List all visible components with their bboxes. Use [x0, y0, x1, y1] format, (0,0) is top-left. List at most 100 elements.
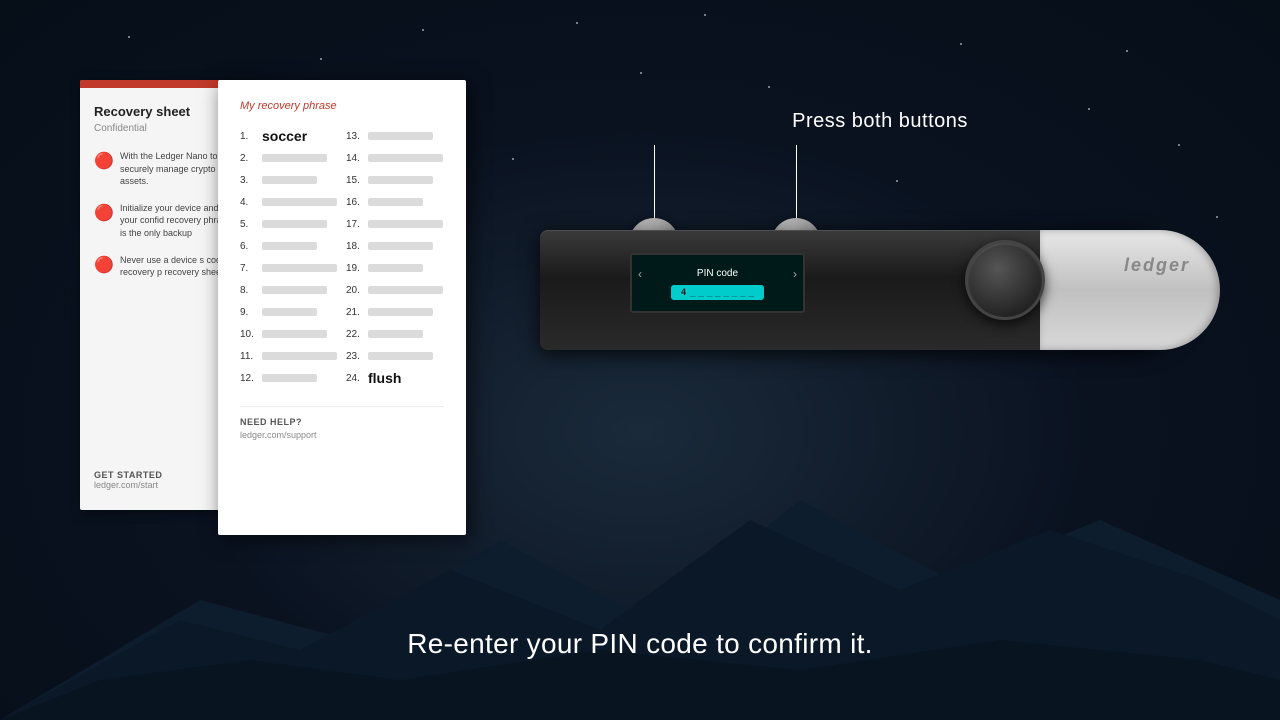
- phrase-col-right: 13. 14. 15. 16. 17. 18.: [346, 128, 444, 392]
- phrase-blur-8: [262, 286, 327, 294]
- phrase-row-9: 9.: [240, 304, 338, 320]
- phrase-row-13: 13.: [346, 128, 444, 144]
- ledger-silver-cap: [1040, 230, 1220, 350]
- phrase-blur-6: [262, 242, 317, 250]
- phrase-num-11: 11.: [240, 351, 262, 362]
- screen-pin-char: 4: [681, 287, 686, 297]
- phrase-num-12: 12.: [240, 373, 262, 384]
- phrase-num-23: 23.: [346, 351, 368, 362]
- phrase-num-5: 5.: [240, 219, 262, 230]
- screen-nav: ‹ PIN code ›: [632, 267, 803, 281]
- phrase-blur-18: [368, 242, 433, 250]
- phrase-row-3: 3.: [240, 172, 338, 188]
- lock-icon: 🔴: [94, 255, 112, 273]
- phrase-row-16: 16.: [346, 194, 444, 210]
- ledger-logo: ledger: [1124, 255, 1190, 276]
- phrase-blur-16: [368, 198, 423, 206]
- phrase-row-17: 17.: [346, 216, 444, 232]
- phrase-num-22: 22.: [346, 329, 368, 340]
- subtitle: Re-enter your PIN code to confirm it.: [0, 628, 1280, 660]
- phrase-blur-5: [262, 220, 327, 228]
- phrase-num-10: 10.: [240, 329, 262, 340]
- phrase-blur-10: [262, 330, 327, 338]
- phrase-num-17: 17.: [346, 219, 368, 230]
- list-icon: 🔴: [94, 203, 112, 221]
- phrase-row-20: 20.: [346, 282, 444, 298]
- phrase-blur-11: [262, 352, 337, 360]
- screen-pin-display: 4 _ _ _ _ _ _ _ _: [671, 285, 764, 300]
- device-area: Press both buttons ledger ‹ PIN code › 4…: [540, 110, 1220, 390]
- phrase-row-1: 1. soccer: [240, 128, 338, 144]
- phrase-blur-12: [262, 374, 317, 382]
- phrase-row-22: 22.: [346, 326, 444, 342]
- phrase-num-8: 8.: [240, 285, 262, 296]
- phrase-blur-7: [262, 264, 337, 272]
- phrase-num-15: 15.: [346, 175, 368, 186]
- phrase-num-1: 1.: [240, 131, 262, 142]
- phrase-num-24: 24.: [346, 373, 368, 384]
- phrase-row-5: 5.: [240, 216, 338, 232]
- phrase-num-20: 20.: [346, 285, 368, 296]
- phrase-blur-15: [368, 176, 433, 184]
- phrase-blur-3: [262, 176, 317, 184]
- button-line-right: [796, 145, 797, 220]
- phrase-row-10: 10.: [240, 326, 338, 342]
- phrase-row-23: 23.: [346, 348, 444, 364]
- phrase-blur-4: [262, 198, 337, 206]
- screen-arrow-left: ‹: [638, 267, 642, 281]
- phrase-num-6: 6.: [240, 241, 262, 252]
- phrase-word-1: soccer: [262, 128, 307, 144]
- phrase-row-14: 14.: [346, 150, 444, 166]
- phrase-blur-13: [368, 132, 433, 140]
- screen-pin-dashes: _ _ _ _ _ _ _ _: [690, 287, 754, 298]
- phrase-row-19: 19.: [346, 260, 444, 276]
- phrase-col-left: 1. soccer 2. 3. 4. 5. 6.: [240, 128, 338, 392]
- phrase-num-9: 9.: [240, 307, 262, 318]
- phrase-row-24: 24. flush: [346, 370, 444, 386]
- phrase-word-24: flush: [368, 370, 401, 386]
- support-url: ledger.com/support: [240, 430, 444, 440]
- phrase-blur-23: [368, 352, 433, 360]
- phrase-row-15: 15.: [346, 172, 444, 188]
- device-screen: ‹ PIN code › 4 _ _ _ _ _ _ _ _: [630, 253, 805, 313]
- screen-arrow-right: ›: [793, 267, 797, 281]
- button-line-left: [654, 145, 655, 220]
- get-started-label: GET STARTED: [94, 470, 162, 480]
- phrase-row-11: 11.: [240, 348, 338, 364]
- phrase-row-7: 7.: [240, 260, 338, 276]
- phrase-blur-2: [262, 154, 327, 162]
- phrase-num-3: 3.: [240, 175, 262, 186]
- phrase-num-4: 4.: [240, 197, 262, 208]
- phrase-num-13: 13.: [346, 131, 368, 142]
- sheet-bottom: GET STARTED ledger.com/start: [94, 470, 162, 490]
- phrase-num-16: 16.: [346, 197, 368, 208]
- phrase-columns: 1. soccer 2. 3. 4. 5. 6.: [240, 128, 444, 392]
- phrase-row-2: 2.: [240, 150, 338, 166]
- phrase-num-14: 14.: [346, 153, 368, 164]
- press-both-buttons-label: Press both buttons: [792, 110, 968, 133]
- phrase-row-21: 21.: [346, 304, 444, 320]
- phrase-row-6: 6.: [240, 238, 338, 254]
- phrase-row-8: 8.: [240, 282, 338, 298]
- scroll-wheel: [965, 240, 1045, 320]
- phrase-blur-22: [368, 330, 423, 338]
- phrase-blur-17: [368, 220, 443, 228]
- screen-title: PIN code: [697, 268, 738, 279]
- phrase-blur-20: [368, 286, 443, 294]
- phrase-num-19: 19.: [346, 263, 368, 274]
- need-help-label: NEED HELP?: [240, 417, 444, 427]
- phrase-card-title: My recovery phrase: [240, 100, 444, 112]
- phrase-row-18: 18.: [346, 238, 444, 254]
- phrase-divider: [240, 406, 444, 407]
- phrase-blur-21: [368, 308, 433, 316]
- phrase-card: My recovery phrase 1. soccer 2. 3. 4. 5.: [218, 80, 466, 535]
- sheet-url: ledger.com/start: [94, 480, 162, 490]
- shield-icon: 🔴: [94, 151, 112, 169]
- phrase-row-4: 4.: [240, 194, 338, 210]
- phrase-num-7: 7.: [240, 263, 262, 274]
- phrase-row-12: 12.: [240, 370, 338, 386]
- phrase-blur-14: [368, 154, 443, 162]
- phrase-num-18: 18.: [346, 241, 368, 252]
- phrase-blur-19: [368, 264, 423, 272]
- phrase-num-2: 2.: [240, 153, 262, 164]
